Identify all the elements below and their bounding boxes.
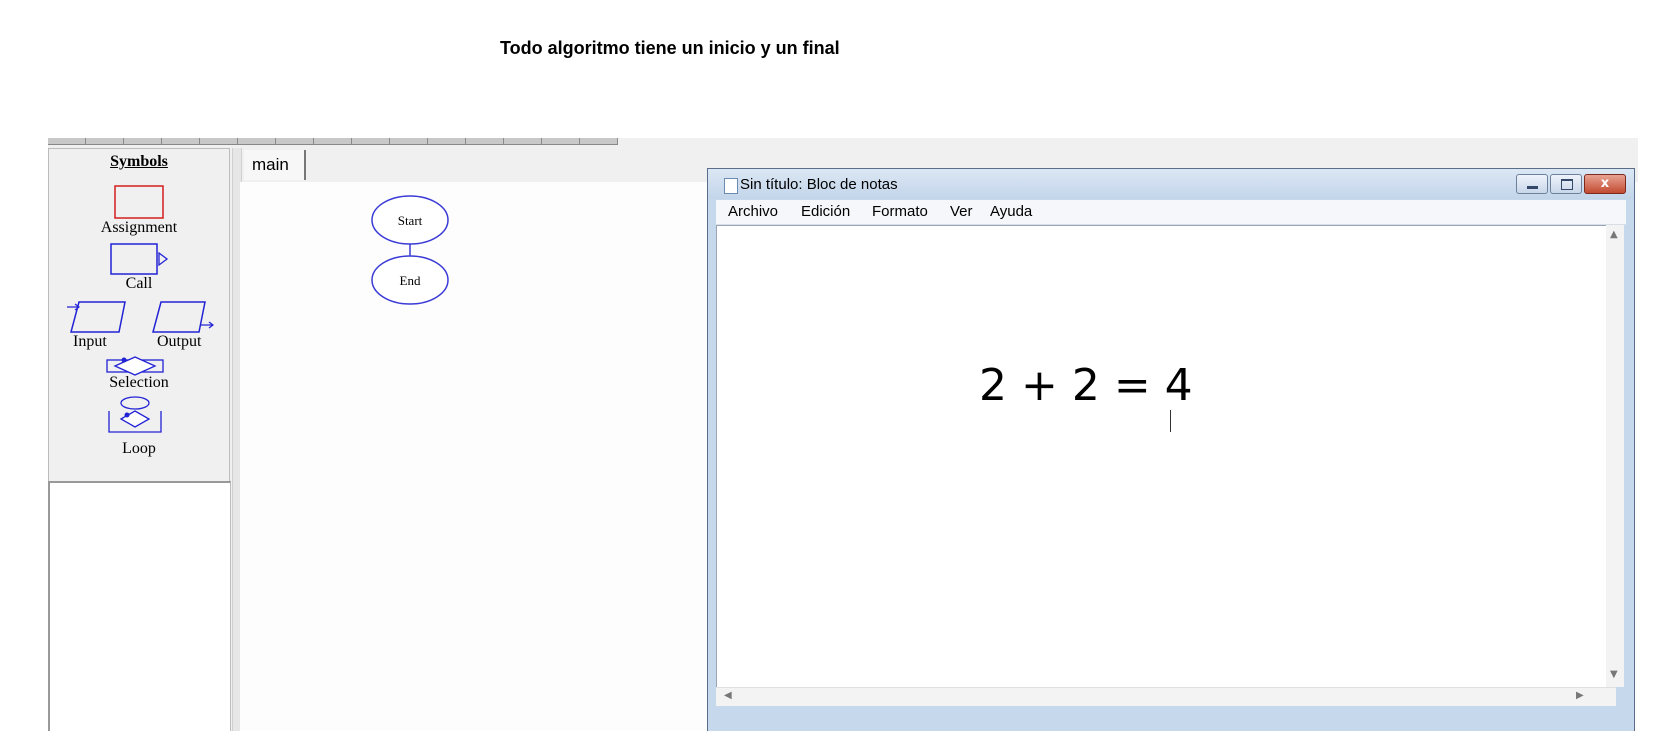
close-button[interactable]: x <box>1584 174 1626 194</box>
maximize-icon <box>1561 179 1573 190</box>
output-label[interactable]: Output <box>157 333 201 351</box>
end-node-label: End <box>400 273 421 288</box>
symbol-shapes <box>67 185 214 433</box>
notepad-menubar: Archivo Edición Formato Ver Ayuda <box>716 200 1626 225</box>
notepad-text-area[interactable]: 2 + 2 = 4 <box>716 225 1616 702</box>
assignment-symbol <box>114 185 164 219</box>
assignment-label[interactable]: Assignment <box>49 219 229 237</box>
loop-symbol <box>108 396 162 433</box>
scroll-left-icon[interactable]: ◀ <box>724 690 732 701</box>
selection-symbol <box>106 356 164 376</box>
scroll-right-icon[interactable]: ▶ <box>1576 690 1584 701</box>
call-symbol <box>110 243 169 275</box>
input-label[interactable]: Input <box>73 333 107 351</box>
slide-caption: Todo algoritmo tiene un inicio y un fina… <box>500 38 840 58</box>
output-symbol <box>152 301 214 333</box>
notepad-titlebar[interactable]: Sin título: Bloc de notas x <box>708 169 1634 199</box>
start-node-label: Start <box>398 213 423 228</box>
input-symbol <box>67 301 126 333</box>
symbols-panel: Symbols Assignment Call Input Output Sel… <box>48 148 230 483</box>
toolbar[interactable] <box>48 138 618 145</box>
menu-archivo[interactable]: Archivo <box>728 203 778 220</box>
notepad-content: 2 + 2 = 4 <box>979 360 1193 411</box>
flowchart: Start End <box>371 195 449 305</box>
notepad-window: Sin título: Bloc de notas x Archivo Edic… <box>707 168 1635 731</box>
horizontal-scrollbar[interactable]: ◀ ▶ <box>716 687 1616 706</box>
watch-panel <box>48 481 231 731</box>
loop-label[interactable]: Loop <box>49 440 229 458</box>
vertical-scrollbar[interactable]: ▲ ▼ <box>1606 225 1624 687</box>
menu-ayuda[interactable]: Ayuda <box>990 203 1032 220</box>
notepad-icon <box>724 178 738 194</box>
close-icon: x <box>1600 176 1610 191</box>
menu-formato[interactable]: Formato <box>872 203 928 220</box>
maximize-button[interactable] <box>1550 174 1582 194</box>
call-label[interactable]: Call <box>49 275 229 293</box>
scroll-down-icon[interactable]: ▼ <box>1610 669 1618 680</box>
tab-main[interactable]: main <box>244 150 306 180</box>
selection-label[interactable]: Selection <box>49 374 229 392</box>
scroll-up-icon[interactable]: ▲ <box>1610 229 1618 240</box>
menu-ver[interactable]: Ver <box>950 203 973 220</box>
notepad-title: Sin título: Bloc de notas <box>740 176 898 193</box>
minimize-button[interactable] <box>1516 174 1548 194</box>
text-cursor-icon <box>1170 410 1171 432</box>
menu-edicion[interactable]: Edición <box>801 203 850 220</box>
minimize-icon <box>1527 186 1538 189</box>
